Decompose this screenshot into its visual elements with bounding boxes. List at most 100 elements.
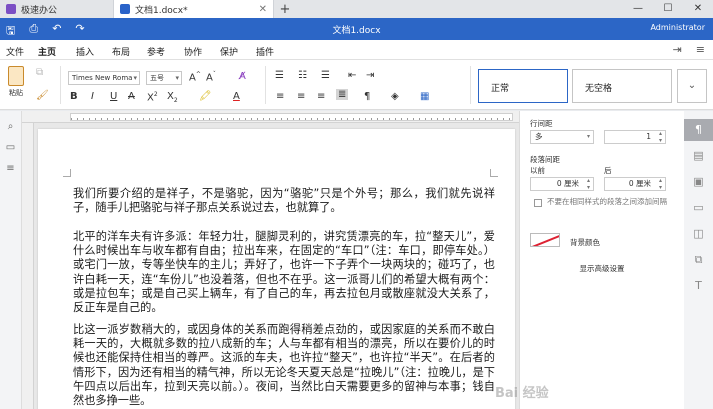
open-location-icon[interactable]: ⇥ — [673, 43, 682, 56]
paragraph-2[interactable]: 北平的洋车夫有许多派：年轻力壮，腿脚灵利的，讲究赁漂亮的车，拉“整天儿”，爱什么… — [73, 230, 495, 315]
align-center-icon[interactable]: ≡ — [297, 91, 305, 102]
style-normal[interactable]: 正常 — [478, 69, 568, 103]
right-sidebar: ¶ ▤ ▣ ▭ ◫ ⧉ T — [684, 111, 713, 409]
decrease-font-icon[interactable]: Aˇ — [206, 71, 216, 83]
multilevel-list-icon[interactable]: ☰ — [321, 70, 330, 81]
subscript-icon[interactable]: X2 — [167, 91, 178, 104]
format-painter-icon[interactable]: 🖌 — [36, 90, 49, 101]
left-sidebar: ⌕ ▭ ≡ — [0, 111, 22, 409]
background-color-swatch[interactable] — [530, 233, 560, 247]
window-controls: — ☐ ✕ — [623, 0, 713, 18]
style-no-spacing[interactable]: 无空格 — [572, 69, 672, 103]
spacing-after-label: 后 — [604, 166, 612, 175]
justify-icon[interactable]: ≣ — [336, 89, 349, 100]
hamburger-menu-icon[interactable]: ≡ — [696, 43, 705, 56]
tab-document[interactable]: 文档1.docx* ✕ — [114, 0, 274, 18]
vertical-ruler[interactable] — [22, 123, 34, 409]
menu-plugins[interactable]: 插件 — [256, 45, 274, 58]
font-size-select[interactable]: 五号 ▾ — [146, 71, 182, 85]
copy-icon[interactable]: ⧉ — [36, 67, 43, 78]
menu-file[interactable]: 文件 — [6, 45, 24, 58]
paragraph-1[interactable]: 我们所要介绍的是祥子，不是骆驼，因为“骆驼”只是个外号；那么，我们就先说祥子，随… — [73, 187, 495, 215]
spacing-before-field[interactable]: 0 厘米 ▴ ▾ — [530, 177, 594, 191]
watermark: Bai 经验 — [495, 386, 549, 401]
paragraph-3[interactable]: 比这一派岁数稍大的，或因身体的关系而跑得稍差点劲的，或因家庭的关系而不敢白耗一天… — [73, 323, 495, 408]
image-settings-icon[interactable]: ▣ — [684, 171, 713, 193]
line-spacing-label: 行间距 — [530, 119, 553, 128]
tab-document-label: 文档1.docx* — [135, 5, 188, 16]
title-bar: 🖫 ⎙ ↶ ↷ 文档1.docx Administrator — [0, 18, 713, 40]
search-icon[interactable]: ⌕ — [0, 121, 21, 132]
menu-home[interactable]: 主页 — [35, 45, 59, 63]
line-spacing-mode-value: 多 — [535, 132, 543, 141]
table-settings-icon[interactable]: ▤ — [684, 145, 713, 167]
italic-icon[interactable]: I — [91, 91, 94, 102]
borders-icon[interactable]: ▦ — [420, 91, 429, 102]
tab-app-home[interactable]: 极速办公 — [0, 0, 114, 18]
paragraph-mark-icon[interactable]: ¶ — [364, 91, 370, 102]
font-name-value: Times New Roma — [72, 74, 133, 82]
show-advanced-settings-link[interactable]: 显示高级设置 — [520, 263, 684, 274]
numbered-list-icon[interactable]: ☷ — [298, 70, 307, 81]
line-spacing-mode-select[interactable]: 多 ▾ — [530, 130, 594, 144]
document-area[interactable]: 我们所要介绍的是祥子，不是骆驼，因为“骆驼”只是个外号；那么，我们就先说祥子，随… — [34, 123, 519, 409]
styles-more-button[interactable]: ⌄ — [677, 69, 707, 103]
shading-icon[interactable]: ◈ — [391, 91, 399, 102]
menu-protect[interactable]: 保护 — [220, 45, 238, 58]
spacing-before-label: 以前 — [530, 166, 545, 175]
chevron-down-icon: ⌄ — [687, 80, 697, 91]
font-size-value: 五号 — [150, 74, 164, 82]
ribbon-toolbar: 粘贴 ⧉ 🖌 Times New Roma ▾ 五号 ▾ A^ Aˇ A̸ B I … — [0, 60, 713, 110]
text-art-icon[interactable]: T — [684, 275, 713, 297]
horizontal-ruler[interactable] — [22, 111, 519, 123]
maximize-button[interactable]: ☐ — [653, 0, 683, 18]
tab-close-icon[interactable]: ✕ — [259, 4, 267, 15]
tab-bar: 极速办公 文档1.docx* ✕ + — [0, 0, 713, 18]
underline-icon[interactable]: U — [110, 91, 117, 102]
strikethrough-icon[interactable]: A — [128, 91, 135, 102]
align-left-icon[interactable]: ≡ — [276, 91, 284, 102]
line-spacing-value-field[interactable]: 1 ▴ ▾ — [604, 130, 666, 144]
shape-settings-icon[interactable]: ◫ — [684, 223, 713, 245]
menu-collaborate[interactable]: 协作 — [184, 45, 202, 58]
document-page[interactable]: 我们所要介绍的是祥子，不是骆驼，因为“骆驼”只是个外号；那么，我们就先说祥子，随… — [38, 129, 515, 409]
menu-insert[interactable]: 插入 — [76, 45, 94, 58]
increase-indent-icon[interactable]: ⇥ — [366, 70, 374, 81]
app-logo-icon — [6, 4, 16, 14]
close-button[interactable]: ✕ — [683, 0, 713, 18]
user-name[interactable]: Administrator — [650, 23, 705, 32]
paragraph-spacing-label: 段落间距 — [530, 155, 560, 164]
navigation-icon[interactable]: ≡ — [0, 163, 21, 174]
tab-app-label: 极速办公 — [21, 5, 58, 16]
superscript-icon[interactable]: X2 — [147, 91, 158, 103]
spacing-before-value: 0 厘米 — [556, 179, 579, 188]
no-space-checkbox[interactable] — [534, 199, 542, 207]
paragraph-settings-panel: 行间距 多 ▾ 1 ▴ ▾ 段落间距 以前 后 0 厘米 ▴ ▾ 0 厘米 ▴ ▾ 不要在相同… — [519, 111, 684, 409]
align-right-icon[interactable]: ≡ — [317, 91, 325, 102]
paste-button[interactable]: 粘贴 — [5, 66, 27, 98]
spacing-after-field[interactable]: 0 厘米 ▴ ▾ — [604, 177, 666, 191]
font-color-icon[interactable]: A — [233, 91, 240, 102]
paste-label: 粘贴 — [9, 89, 23, 97]
spacing-after-value: 0 厘米 — [628, 179, 651, 188]
menu-references[interactable]: 参考 — [147, 45, 165, 58]
no-space-label: 不要在相同样式的段落之间添加间隔 — [547, 197, 667, 206]
line-spacing-value: 1 — [646, 132, 651, 141]
clear-format-icon[interactable]: A̸ — [239, 71, 246, 82]
comment-icon[interactable]: ▭ — [0, 142, 21, 153]
bold-icon[interactable]: B — [70, 91, 78, 102]
minimize-button[interactable]: — — [623, 0, 653, 18]
new-tab-button[interactable]: + — [274, 0, 296, 18]
paragraph-settings-icon[interactable]: ¶ — [684, 119, 713, 141]
menu-layout[interactable]: 布局 — [112, 45, 130, 58]
font-name-select[interactable]: Times New Roma ▾ — [68, 71, 140, 85]
header-footer-icon[interactable]: ▭ — [684, 197, 713, 219]
chart-settings-icon[interactable]: ⧉ — [684, 249, 713, 271]
menu-bar: 文件 主页 插入 布局 参考 协作 保护 插件 ⇥ ≡ — [0, 40, 713, 63]
increase-font-icon[interactable]: A^ — [189, 71, 201, 83]
clipboard-icon — [8, 66, 24, 86]
highlight-icon[interactable]: 🖍 — [199, 91, 212, 102]
document-icon — [120, 4, 130, 14]
bullet-list-icon[interactable]: ☰ — [275, 70, 284, 81]
decrease-indent-icon[interactable]: ⇤ — [348, 70, 356, 81]
